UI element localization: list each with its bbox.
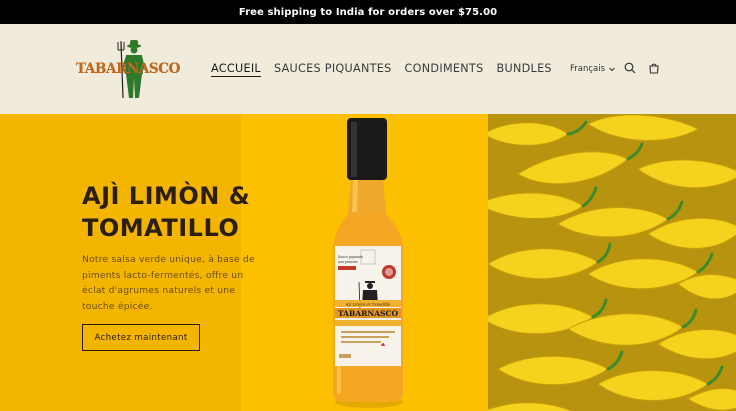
bottle-variety-text: Ajì Limòn et Tomatillo bbox=[345, 302, 391, 307]
hero-banner: Sauce piquante aux piments TABARNASCO Aj… bbox=[0, 114, 736, 411]
announcement-text: Free shipping to India for orders over $… bbox=[238, 6, 498, 18]
nav-item-bundles[interactable]: BUNDLES bbox=[496, 62, 551, 75]
hero-description: Notre salsa verde unique, à base de pime… bbox=[82, 254, 255, 312]
site-header: TABARNASCO ACCUEIL SAUCES PIQUANTES COND… bbox=[0, 24, 736, 114]
announcement-bar: Free shipping to India for orders over $… bbox=[0, 0, 736, 24]
brand-logo[interactable]: TABARNASCO bbox=[76, 38, 188, 100]
brand-name: TABARNASCO bbox=[76, 61, 180, 77]
cart-icon bbox=[649, 63, 659, 74]
main-nav: ACCUEIL SAUCES PIQUANTES CONDIMENTS BUND… bbox=[211, 62, 552, 75]
yellow-peppers-photo bbox=[488, 114, 736, 411]
language-selector[interactable]: Français bbox=[570, 64, 616, 74]
search-icon bbox=[624, 62, 636, 74]
language-label: Français bbox=[570, 64, 606, 74]
nav-item-accueil[interactable]: ACCUEIL bbox=[211, 62, 261, 75]
bottle-brand-text: TABARNASCO bbox=[338, 309, 398, 318]
nav-item-condiments[interactable]: CONDIMENTS bbox=[405, 62, 484, 75]
peppers-image bbox=[488, 114, 736, 411]
svg-text:aux piments: aux piments bbox=[338, 260, 358, 264]
shop-now-button[interactable]: Achetez maintenant bbox=[82, 324, 200, 351]
hero-title: AJÌ LIMÒN & TOMATILLO bbox=[82, 182, 251, 242]
hero-product-panel: Sauce piquante aux piments TABARNASCO Aj… bbox=[241, 114, 488, 411]
chevron-down-icon bbox=[609, 67, 615, 72]
svg-text:Sauce piquante: Sauce piquante bbox=[338, 255, 363, 259]
hot-sauce-bottle-image: Sauce piquante aux piments TABARNASCO Aj… bbox=[333, 118, 403, 408]
cart-button[interactable] bbox=[646, 60, 662, 76]
search-button[interactable] bbox=[622, 60, 638, 76]
nav-item-sauces-piquantes[interactable]: SAUCES PIQUANTES bbox=[274, 62, 392, 75]
